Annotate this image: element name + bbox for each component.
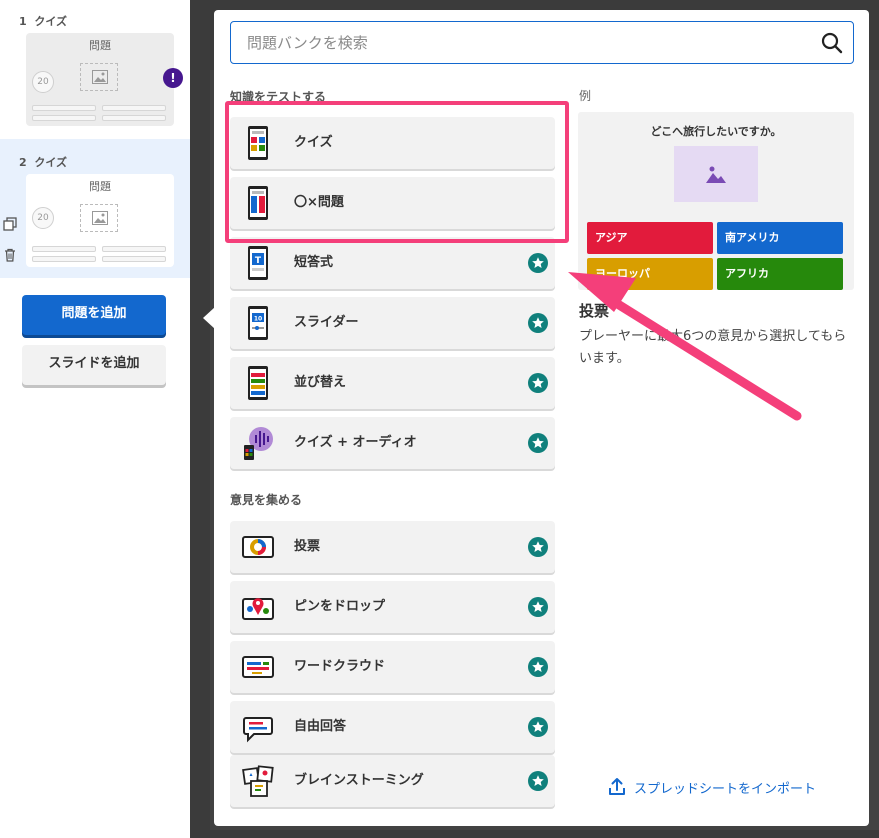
annotation-highlight-box xyxy=(225,101,569,243)
question-type-puzzle[interactable]: 並び替え xyxy=(230,357,555,409)
section-title-collect-opinions: 意見を集める xyxy=(230,493,303,507)
question-type-quiz-audio[interactable]: クイズ + オーディオ xyxy=(230,417,555,469)
slide-number: 2 xyxy=(19,156,27,169)
thumb-image-placeholder-icon xyxy=(80,204,118,232)
slide-type: クイズ xyxy=(34,156,67,169)
question-type-word-cloud[interactable]: ワードクラウド xyxy=(230,641,555,693)
slide-type: クイズ xyxy=(34,15,67,28)
slide-number: 1 xyxy=(19,15,27,28)
preview-answer-text: ヨーロッパ xyxy=(595,267,650,280)
question-type-label: 投票 xyxy=(294,539,321,554)
duplicate-icon[interactable] xyxy=(3,217,17,231)
question-type-type-answer[interactable]: T 短答式 xyxy=(230,237,555,289)
preview-answer-text: アジア xyxy=(595,231,628,244)
thumb-answer xyxy=(32,256,96,262)
premium-star-icon xyxy=(528,313,548,333)
question-type-label: ワードクラウド xyxy=(294,659,386,674)
question-type-label: 自由回答 xyxy=(294,719,347,734)
question-type-label: 短答式 xyxy=(294,255,334,270)
thumb-question-title: 問題 xyxy=(89,180,111,193)
premium-star-icon xyxy=(528,597,548,617)
slide-heading: 1 クイズ xyxy=(19,13,67,29)
slider-icon: 10 xyxy=(248,306,268,340)
slide-item-2[interactable]: 2 クイズ 問題 20 xyxy=(0,139,190,278)
question-bank-search[interactable] xyxy=(230,21,854,64)
thumb-answer xyxy=(32,105,96,111)
preview-card: どこへ旅行したいですか。 アジア 南アメリカ ヨーロッパ アフリカ xyxy=(578,112,854,290)
upload-icon[interactable] xyxy=(608,776,626,796)
question-type-drop-pin[interactable]: ピンをドロップ xyxy=(230,581,555,633)
brainstorm-icon xyxy=(242,765,274,797)
thumb-timer: 20 xyxy=(32,71,54,93)
question-type-brainstorm[interactable]: ブレインストーミング xyxy=(230,755,555,807)
thumb-answer xyxy=(102,256,166,262)
drop-pin-icon xyxy=(242,598,274,620)
search-input[interactable] xyxy=(231,22,811,63)
trash-icon[interactable] xyxy=(3,248,17,262)
word-cloud-icon xyxy=(242,656,274,678)
question-type-label: スライダー xyxy=(294,315,359,330)
thumb-answer xyxy=(102,246,166,252)
question-type-poll[interactable]: 投票 xyxy=(230,521,555,573)
add-slide-button[interactable]: スライドを追加 xyxy=(22,345,166,385)
preview-answer-text: 南アメリカ xyxy=(725,231,780,244)
thumb-image-placeholder-icon xyxy=(80,63,118,91)
premium-star-icon xyxy=(528,537,548,557)
thumb-timer: 20 xyxy=(32,207,54,229)
type-answer-icon: T xyxy=(248,246,268,280)
svg-text:10: 10 xyxy=(254,316,262,323)
open-ended-icon xyxy=(243,717,273,743)
thumb-question-title: 問題 xyxy=(89,39,111,52)
slide-heading: 2 クイズ xyxy=(19,154,67,170)
thumb-answer xyxy=(102,105,166,111)
premium-star-icon xyxy=(528,771,548,791)
preview-description: プレーヤーに最大6つの意見から選択してもらいます。 xyxy=(579,329,847,366)
preview-title: 例 xyxy=(579,89,592,103)
premium-star-icon xyxy=(528,373,548,393)
preview-answer: 南アメリカ xyxy=(717,222,843,254)
thumb-answer xyxy=(32,115,96,121)
slide-item-1[interactable]: 1 クイズ 問題 20 ! xyxy=(0,0,190,137)
premium-star-icon xyxy=(528,253,548,273)
puzzle-icon xyxy=(248,366,268,400)
quiz-audio-icon xyxy=(244,427,273,460)
preview-question: どこへ旅行したいですか。 xyxy=(650,125,782,138)
add-question-button[interactable]: 問題を追加 xyxy=(22,295,166,335)
preview-answer: アフリカ xyxy=(717,258,843,290)
premium-star-icon xyxy=(528,433,548,453)
poll-icon xyxy=(242,536,274,558)
premium-star-icon xyxy=(528,717,548,737)
question-type-label: ブレインストーミング xyxy=(294,773,424,788)
import-spreadsheet-link[interactable]: スプレッドシートをインポート xyxy=(634,778,816,797)
slide-sidebar: 1 クイズ 問題 20 ! 2 クイズ 問題 20 問題を追加 スライドを追加 xyxy=(0,0,190,838)
thumb-answer xyxy=(102,115,166,121)
thumb-answer xyxy=(32,246,96,252)
slide-thumbnail[interactable]: 問題 20 xyxy=(26,174,174,267)
warning-icon[interactable]: ! xyxy=(163,68,183,88)
slide-thumbnail[interactable]: 問題 20 xyxy=(26,33,174,126)
question-type-open-ended[interactable]: 自由回答 xyxy=(230,701,555,753)
question-type-label: 並び替え xyxy=(294,375,347,390)
question-type-label: ピンをドロップ xyxy=(294,599,386,614)
question-type-slider[interactable]: 10 スライダー xyxy=(230,297,555,349)
question-type-label: クイズ + オーディオ xyxy=(294,435,417,450)
preview-type-name: 投票 xyxy=(579,302,610,320)
preview-image-icon xyxy=(674,146,758,202)
svg-text:T: T xyxy=(255,256,262,266)
preview-answer: アジア xyxy=(587,222,713,254)
preview-answer: ヨーロッパ xyxy=(587,258,713,290)
premium-star-icon xyxy=(528,657,548,677)
preview-answer-text: アフリカ xyxy=(725,267,769,280)
search-icon[interactable] xyxy=(821,32,843,54)
